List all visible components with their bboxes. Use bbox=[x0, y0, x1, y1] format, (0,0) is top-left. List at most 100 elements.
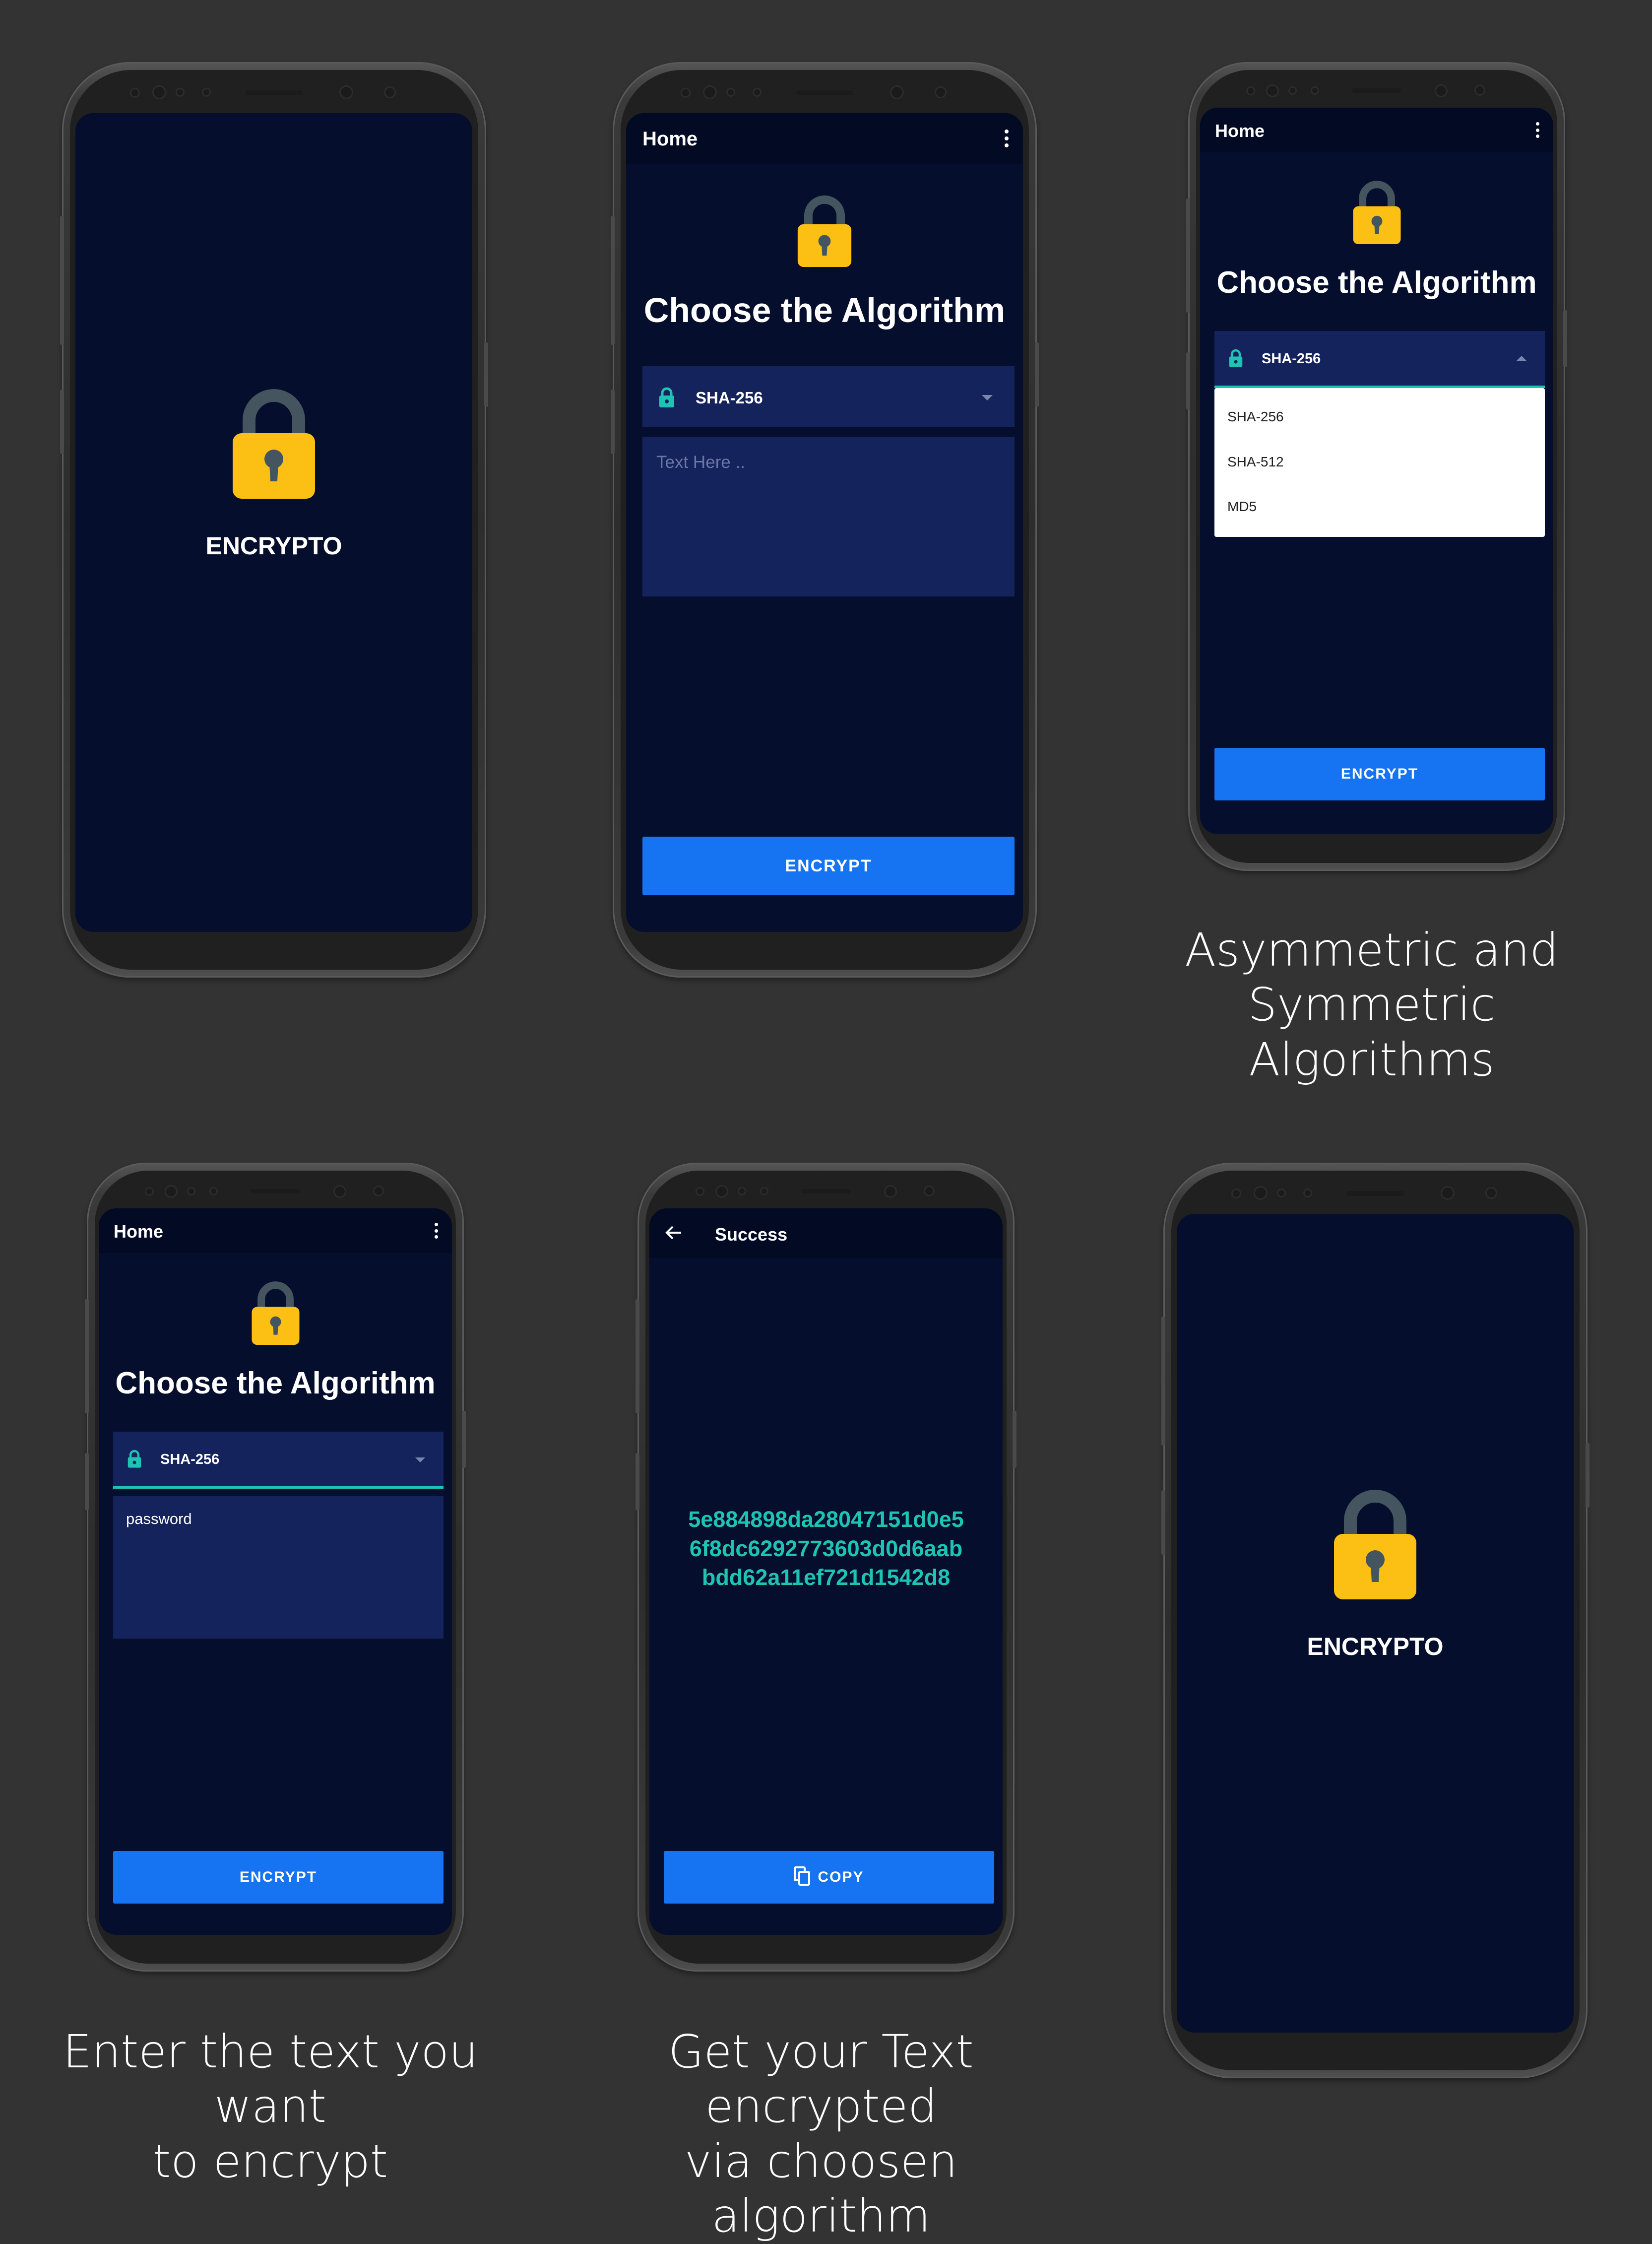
text-placeholder: Text Here .. bbox=[656, 453, 745, 472]
sensor-dot bbox=[1305, 1190, 1311, 1196]
sensor-dot bbox=[211, 1188, 216, 1194]
side-button bbox=[1586, 1443, 1589, 1508]
earpiece-speaker bbox=[246, 90, 303, 95]
padlock-icon bbox=[1334, 1490, 1416, 1599]
copy-icon bbox=[794, 1866, 811, 1886]
padlock-icon bbox=[233, 389, 315, 499]
caption-line: Symmetric Algorithms bbox=[1248, 978, 1496, 1086]
more-vert-icon[interactable] bbox=[1005, 130, 1009, 147]
text-value: password bbox=[126, 1510, 192, 1527]
side-button bbox=[85, 1299, 89, 1413]
front-camera bbox=[717, 1187, 727, 1196]
app-bar: Success bbox=[649, 1208, 1003, 1258]
caption-encrypted: Get your Text encrypted via choosen algo… bbox=[571, 2025, 1072, 2244]
appbar-title: Success bbox=[715, 1224, 788, 1245]
more-vert-icon[interactable] bbox=[1536, 122, 1539, 138]
side-button bbox=[1161, 1490, 1165, 1555]
front-camera bbox=[1268, 86, 1277, 96]
sensor-dot bbox=[1476, 86, 1484, 94]
side-button bbox=[1186, 198, 1190, 313]
lock-icon bbox=[659, 387, 674, 407]
side-button bbox=[462, 1411, 466, 1468]
sensor-dot bbox=[1290, 88, 1295, 93]
encrypt-button[interactable]: ENCRYPT bbox=[642, 837, 1015, 895]
sensor-dot bbox=[146, 1188, 152, 1194]
option-sha-256[interactable]: SHA-256 bbox=[1227, 409, 1284, 425]
earpiece-speaker bbox=[1347, 1191, 1404, 1196]
algorithm-select[interactable]: SHA-256 bbox=[1214, 331, 1545, 388]
front-camera bbox=[704, 87, 715, 98]
sensor-dot bbox=[762, 1188, 767, 1194]
sensor-dot bbox=[203, 89, 209, 95]
selected-algorithm: SHA-256 bbox=[160, 1452, 220, 1467]
algorithm-select[interactable]: SHA-256 bbox=[113, 1432, 444, 1489]
front-camera bbox=[891, 87, 902, 98]
caption-line: Asymmetric and bbox=[1185, 924, 1559, 977]
sensor-dot bbox=[385, 88, 394, 97]
front-camera bbox=[154, 87, 165, 98]
selected-algorithm: SHA-256 bbox=[696, 389, 763, 407]
app-bar: Home bbox=[1200, 108, 1553, 152]
appbar-title: Home bbox=[642, 128, 698, 150]
front-camera bbox=[341, 87, 352, 98]
phone-frame-splash: ENCRYPTO bbox=[60, 62, 488, 978]
side-button bbox=[1013, 1411, 1017, 1468]
front-camera bbox=[1436, 86, 1446, 96]
sensor-dot bbox=[375, 1187, 382, 1195]
copy-button[interactable]: COPY bbox=[664, 1851, 994, 1904]
sensor-dot bbox=[177, 89, 183, 95]
side-button bbox=[1186, 352, 1190, 409]
app-bar: Home bbox=[626, 113, 1023, 164]
padlock-icon bbox=[797, 195, 852, 267]
caption-enter-text: Enter the text you want to encrypt bbox=[20, 2025, 521, 2189]
app-brand-name: ENCRYPTO bbox=[205, 532, 342, 560]
hash-line: 6f8dc6292773603d0d6aab bbox=[689, 1535, 963, 1561]
side-button bbox=[85, 1453, 89, 1510]
encrypt-button[interactable]: ENCRYPT bbox=[113, 1851, 444, 1904]
sensor-dot bbox=[754, 89, 760, 95]
input-screen: Home Choose the Algorithm SHA-256 passwo… bbox=[99, 1208, 452, 1935]
lock-icon bbox=[1229, 349, 1243, 367]
caption-algorithms: Asymmetric and Symmetric Algorithms bbox=[1131, 923, 1612, 1087]
phone-frame-input: Home Choose the Algorithm SHA-256 passwo… bbox=[85, 1163, 466, 1972]
front-camera bbox=[886, 1187, 895, 1196]
earpiece-speaker bbox=[801, 1189, 851, 1193]
front-camera bbox=[335, 1187, 345, 1196]
plaintext-input[interactable]: Text Here .. bbox=[642, 437, 1015, 596]
copy-label: COPY bbox=[818, 1869, 864, 1885]
app-brand-name: ENCRYPTO bbox=[1307, 1633, 1444, 1660]
side-button bbox=[60, 390, 64, 454]
sensor-dot bbox=[1278, 1190, 1284, 1196]
option-sha-512[interactable]: SHA-512 bbox=[1227, 454, 1284, 470]
encrypt-button[interactable]: ENCRYPT bbox=[1214, 748, 1545, 800]
splash-screen-2: ENCRYPTO bbox=[1177, 1214, 1574, 2033]
front-camera bbox=[1255, 1188, 1266, 1198]
phone-frame-result: Success 5e884898da28047151d0e5 6f8dc6292… bbox=[635, 1163, 1017, 1972]
phone-frame-splash-2: ENCRYPTO bbox=[1161, 1163, 1589, 2078]
side-button bbox=[611, 390, 615, 454]
plaintext-input[interactable]: password bbox=[113, 1496, 444, 1639]
sensor-dot bbox=[936, 88, 945, 97]
sensor-dot bbox=[925, 1187, 933, 1195]
option-md5[interactable]: MD5 bbox=[1227, 499, 1257, 515]
appbar-title: Home bbox=[114, 1221, 164, 1242]
splash-screen: ENCRYPTO bbox=[75, 113, 472, 932]
side-button bbox=[611, 216, 615, 345]
padlock-icon bbox=[1353, 181, 1401, 244]
earpiece-speaker bbox=[796, 90, 853, 95]
more-vert-icon[interactable] bbox=[435, 1223, 438, 1239]
side-button bbox=[635, 1453, 639, 1510]
earpiece-speaker bbox=[1352, 88, 1401, 93]
side-button bbox=[1035, 342, 1039, 407]
back-arrow-icon[interactable] bbox=[665, 1225, 682, 1240]
dropdown-arrow-icon bbox=[415, 1457, 425, 1462]
appbar-title: Home bbox=[1215, 121, 1265, 141]
hash-line: bdd62a11ef721d1542d8 bbox=[701, 1565, 951, 1590]
sensor-dot bbox=[1248, 88, 1254, 94]
dropdown-arrow-up-icon bbox=[1517, 356, 1526, 361]
page-heading: Choose the Algorithm bbox=[1216, 265, 1537, 300]
sensor-dot bbox=[1312, 88, 1318, 93]
algorithm-select[interactable]: SHA-256 bbox=[642, 366, 1015, 427]
caption-line: to encrypt bbox=[153, 2134, 388, 2188]
caption-line: Enter the text you want bbox=[63, 2025, 478, 2133]
